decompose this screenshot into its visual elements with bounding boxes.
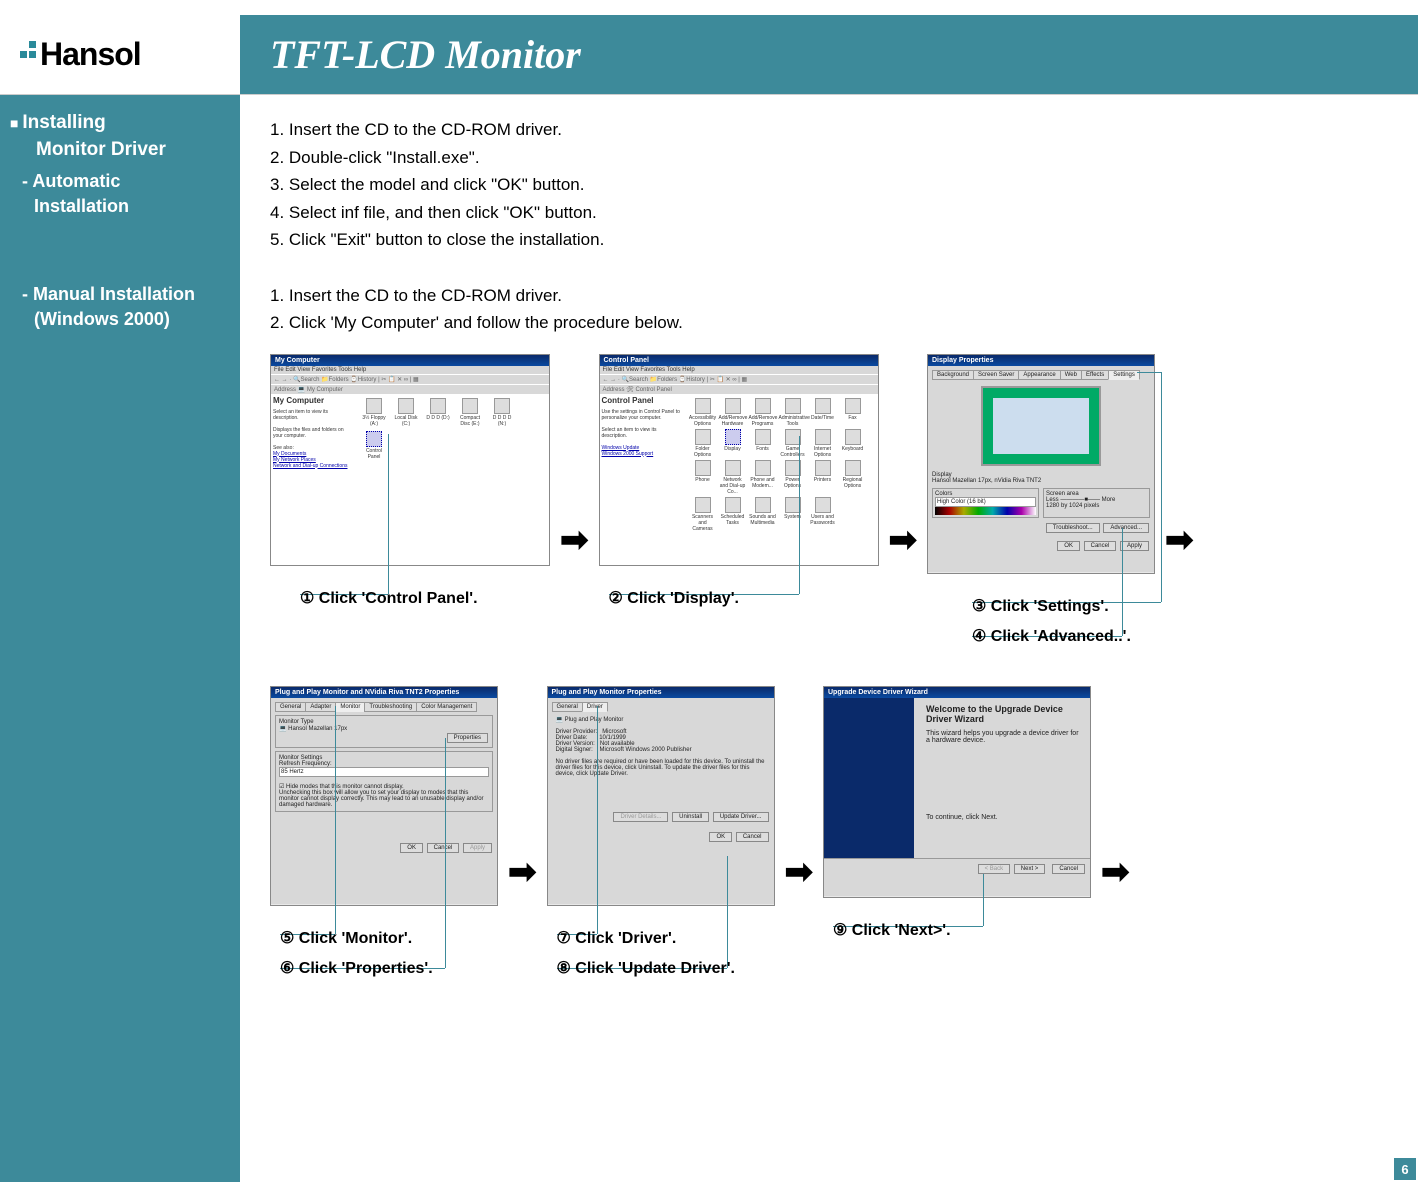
screenshot-display-properties: Display Properties Background Screen Sav… <box>927 354 1155 646</box>
sidebar-sub-manual: - Manual Installation <box>10 282 230 307</box>
caption-9: ⑨ Click 'Next>'. <box>823 920 951 940</box>
window-title: Plug and Play Monitor Properties <box>548 687 774 698</box>
automatic-steps: 1. Insert the CD to the CD-ROM driver. 2… <box>270 117 1400 253</box>
caption-3: ③ Click 'Settings'. <box>927 596 1109 616</box>
page-title-bar: TFT-LCD Monitor <box>240 15 1418 94</box>
screenshot-upgrade-wizard: Upgrade Device Driver Wizard Welcome to … <box>823 686 1091 940</box>
auto-step-4: 4. Select inf file, and then click "OK" … <box>270 200 1400 226</box>
caption-6: ⑥ Click 'Properties'. <box>270 958 433 978</box>
caption-2: ② Click 'Display'. <box>599 588 739 608</box>
content-area: 1. Insert the CD to the CD-ROM driver. 2… <box>240 95 1418 1182</box>
page-number: 6 <box>1394 1158 1416 1180</box>
caption-8: ⑧ Click 'Update Driver'. <box>547 958 735 978</box>
window-title: Upgrade Device Driver Wizard <box>824 687 1090 698</box>
sidebar-sub-automatic: - Automatic <box>10 169 230 194</box>
arrow-icon: ➡ <box>1163 520 1196 560</box>
manual-step-1: 1. Insert the CD to the CD-ROM driver. <box>270 283 1400 309</box>
next-button[interactable]: Next > <box>1014 864 1046 874</box>
manual-steps: 1. Insert the CD to the CD-ROM driver. 2… <box>270 283 1400 336</box>
settings-tab[interactable]: Settings <box>1108 370 1140 380</box>
auto-step-1: 1. Insert the CD to the CD-ROM driver. <box>270 117 1400 143</box>
screenshot-driver-properties: Plug and Play Monitor Properties General… <box>547 686 775 978</box>
window-title: My Computer <box>271 355 549 366</box>
screenshot-row-2: Plug and Play Monitor and NVidia Riva TN… <box>270 686 1400 978</box>
sidebar-heading: Installing <box>10 110 230 137</box>
arrow-icon: ➡ <box>783 852 816 892</box>
window-title: Plug and Play Monitor and NVidia Riva TN… <box>271 687 497 698</box>
brand-name: Hansol <box>40 36 141 73</box>
advanced-button[interactable]: Advanced... <box>1103 523 1149 533</box>
sidebar-heading-line2: Monitor Driver <box>10 137 230 164</box>
auto-step-5: 5. Click "Exit" button to close the inst… <box>270 227 1400 253</box>
page-title: TFT-LCD Monitor <box>270 31 581 78</box>
monitor-tab[interactable]: Monitor <box>335 702 365 712</box>
caption-4: ④ Click 'Advanced..'. <box>927 626 1131 646</box>
screenshot-control-panel: Control Panel File Edit View Favorites T… <box>599 354 879 608</box>
arrow-icon: ➡ <box>1099 852 1132 892</box>
sidebar-sub-automatic-line2: Installation <box>10 194 230 219</box>
caption-1: ① Click 'Control Panel'. <box>270 588 478 608</box>
auto-step-3: 3. Select the model and click "OK" butto… <box>270 172 1400 198</box>
window-title: Control Panel <box>600 355 878 366</box>
screenshot-row-1: My Computer File Edit View Favorites Too… <box>270 354 1400 646</box>
update-driver-button[interactable]: Update Driver... <box>713 812 769 822</box>
display-icon[interactable] <box>725 429 741 445</box>
screenshot-monitor-properties: Plug and Play Monitor and NVidia Riva TN… <box>270 686 498 978</box>
arrow-icon: ➡ <box>558 520 591 560</box>
screenshot-my-computer: My Computer File Edit View Favorites Too… <box>270 354 550 608</box>
auto-step-2: 2. Double-click "Install.exe". <box>270 145 1400 171</box>
window-title: Display Properties <box>928 355 1154 366</box>
sidebar: Installing Monitor Driver - Automatic In… <box>0 95 240 1182</box>
properties-button[interactable]: Properties <box>447 733 488 743</box>
driver-tab[interactable]: Driver <box>582 702 608 712</box>
control-panel-icon[interactable] <box>366 431 382 447</box>
sidebar-sub-manual-line2: (Windows 2000) <box>10 307 230 332</box>
brand-logo: Hansol <box>0 15 240 94</box>
arrow-icon: ➡ <box>506 852 539 892</box>
caption-5: ⑤ Click 'Monitor'. <box>270 928 412 948</box>
caption-7: ⑦ Click 'Driver'. <box>547 928 677 948</box>
manual-step-2: 2. Click 'My Computer' and follow the pr… <box>270 310 1400 336</box>
arrow-icon: ➡ <box>887 520 920 560</box>
